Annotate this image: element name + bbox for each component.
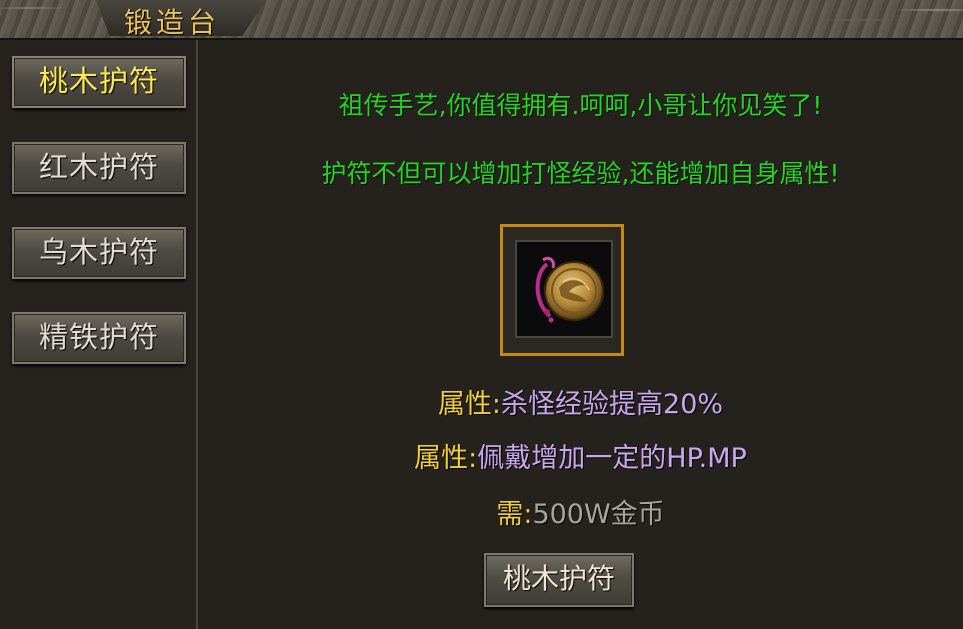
sidebar-item-peach-amulet[interactable]: 桃木护符: [12, 56, 186, 108]
sidebar-item-ebony-amulet[interactable]: 乌木护符: [12, 227, 186, 279]
cost-line: 需:500W金币: [198, 492, 963, 531]
npc-dialog-line-1: 祖传手艺,你值得拥有.呵呵,小哥让你见笑了!: [338, 91, 823, 120]
stat-line-2: 属性:佩戴增加一定的HP.MP: [198, 436, 963, 475]
sidebar: 桃木护符 红木护符 乌木护符 精铁护符: [0, 40, 198, 629]
main-panel: 祖传手艺,你值得拥有.呵呵,小哥让你见笑了! 护符不但可以增加打怪经验,还能增加…: [198, 40, 963, 629]
cost-label: 需:: [496, 499, 533, 530]
item-slot-inner: [515, 240, 613, 338]
stat-label: 属性:: [437, 389, 502, 420]
item-slot[interactable]: [500, 224, 624, 356]
window-title: 锻造台: [124, 6, 221, 39]
forge-button[interactable]: 桃木护符: [484, 553, 634, 607]
sidebar-item-iron-amulet[interactable]: 精铁护符: [12, 312, 186, 364]
stat-value: 杀怪经验提高20%: [501, 389, 724, 420]
amulet-icon: [535, 256, 604, 323]
stat-value: 佩戴增加一定的HP.MP: [477, 443, 747, 474]
stat-line-1: 属性:杀怪经验提高20%: [198, 382, 963, 421]
forge-window: 锻造台 桃木护符 红木护符 乌木护符 精铁护符 祖传手艺,你值得拥有.呵呵,小哥…: [0, 0, 963, 629]
sidebar-item-redwood-amulet[interactable]: 红木护符: [12, 142, 186, 194]
stat-label: 属性:: [414, 443, 478, 474]
npc-dialog-line-2: 护符不但可以增加打怪经验,还能增加自身属性!: [321, 159, 840, 188]
cost-value: 500W金币: [532, 499, 665, 530]
